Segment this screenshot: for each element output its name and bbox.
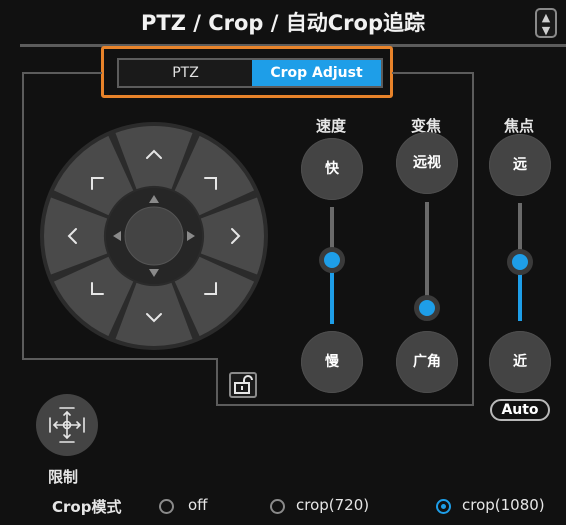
zoom-slider-handle[interactable] bbox=[414, 295, 440, 322]
crop-720-label[interactable]: crop(720) bbox=[296, 496, 369, 514]
crop-off-label[interactable]: off bbox=[188, 496, 208, 514]
lock-toggle[interactable] bbox=[229, 372, 257, 398]
panel-frame-left bbox=[22, 72, 24, 360]
unlock-icon bbox=[234, 375, 253, 394]
panel-frame-bottom bbox=[216, 404, 474, 406]
limit-button[interactable] bbox=[36, 394, 98, 456]
tab-ptz[interactable]: PTZ bbox=[119, 60, 252, 86]
collapse-toggle-icon[interactable]: ▲ ▼ bbox=[535, 8, 557, 38]
limit-label: 限制 bbox=[48, 468, 79, 486]
move-limit-icon bbox=[49, 407, 85, 443]
speed-slow-button[interactable]: 慢 bbox=[301, 331, 363, 393]
speed-fast-button[interactable]: 快 bbox=[301, 138, 363, 200]
zoom-wide-button[interactable]: 广角 bbox=[396, 331, 458, 393]
focus-near-button[interactable]: 近 bbox=[489, 331, 551, 393]
tab-bar: PTZ Crop Adjust bbox=[117, 58, 383, 88]
panel-frame-bottom-left bbox=[22, 358, 218, 360]
dpad-center-button[interactable] bbox=[124, 206, 184, 266]
crop-1080-radio[interactable] bbox=[436, 499, 451, 514]
tab-crop-adjust[interactable]: Crop Adjust bbox=[252, 60, 381, 86]
crop-off-radio[interactable] bbox=[159, 499, 174, 514]
speed-label: 速度 bbox=[315, 117, 346, 135]
panel-frame-top-right bbox=[392, 72, 474, 74]
zoom-tele-button[interactable]: 远视 bbox=[396, 132, 458, 194]
crop-1080-label[interactable]: crop(1080) bbox=[462, 496, 545, 514]
panel-frame-right bbox=[472, 72, 474, 406]
focus-far-button[interactable]: 远 bbox=[489, 134, 551, 196]
crop-720-radio[interactable] bbox=[270, 499, 285, 514]
panel-frame-step bbox=[216, 358, 218, 406]
auto-focus-button[interactable]: Auto bbox=[490, 399, 550, 421]
panel-frame-top-left bbox=[22, 72, 102, 74]
crop-mode-label: Crop模式 bbox=[52, 498, 122, 516]
window-title: PTZ / Crop / 自动Crop追踪 bbox=[141, 11, 425, 35]
ptz-direction-pad bbox=[40, 122, 268, 350]
focus-label: 焦点 bbox=[503, 117, 534, 135]
focus-slider-handle[interactable] bbox=[507, 249, 533, 275]
speed-slider-handle[interactable] bbox=[319, 246, 345, 273]
